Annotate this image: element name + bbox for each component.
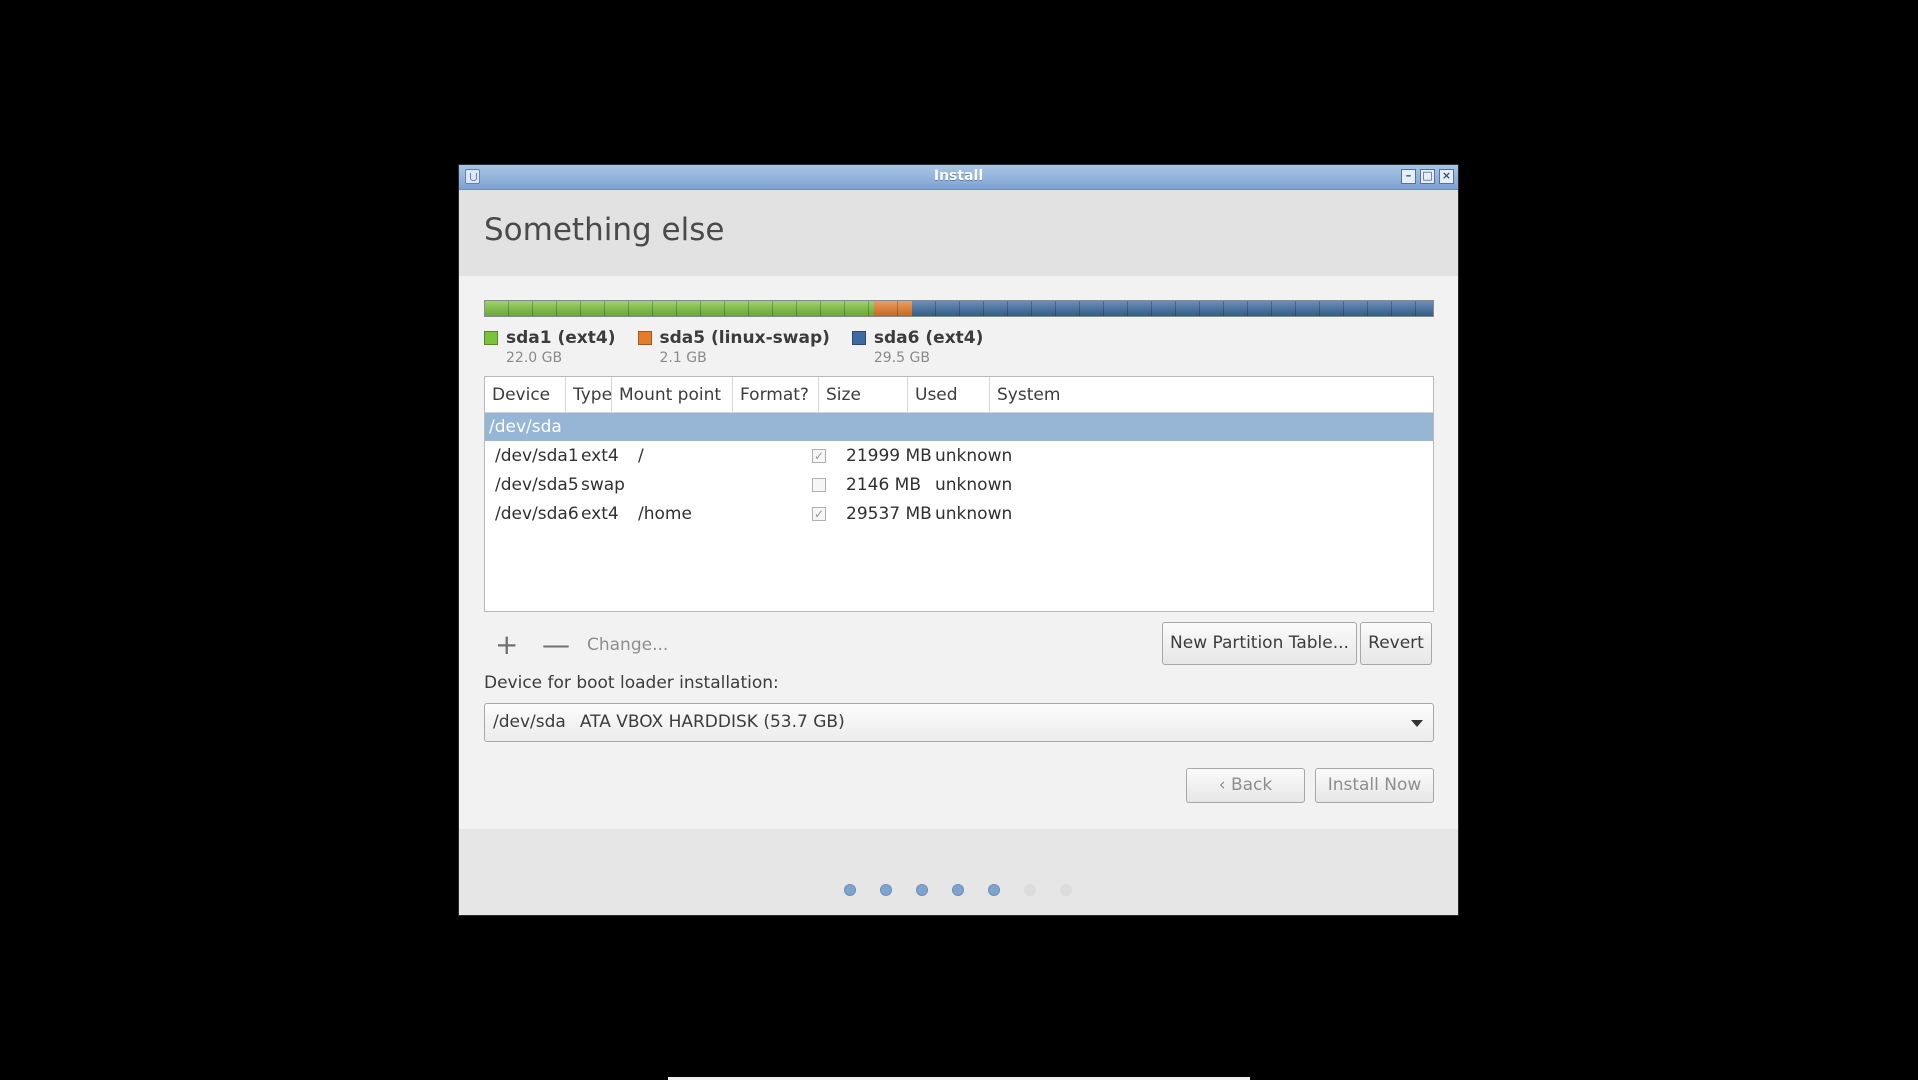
step-dot <box>952 884 964 896</box>
column-header-device[interactable]: Device <box>485 377 566 412</box>
add-partition-button[interactable]: + <box>495 628 518 661</box>
table-header: Device Type Mount point Format? Size Use… <box>485 377 1433 413</box>
disk-segment-1 <box>873 301 912 316</box>
cell-format <box>778 477 846 492</box>
column-header-type[interactable]: Type <box>566 377 612 412</box>
table-row[interactable]: /dev/sda1 ext4 / ✓ 21999 MB unknown <box>485 441 1433 470</box>
step-dot <box>1060 884 1072 896</box>
cell-mount: / <box>638 445 644 466</box>
partition-toolbar: + — Change... New Partition Table... Rev… <box>484 622 1434 668</box>
format-checkbox[interactable]: ✓ <box>812 448 826 463</box>
partition-table: Device Type Mount point Format? Size Use… <box>484 376 1434 612</box>
column-header-size[interactable]: Size <box>819 377 908 412</box>
dropdown-arrow-icon <box>1411 720 1423 727</box>
legend-swatch-sda1 <box>484 331 498 345</box>
cell-type: ext4 <box>581 445 619 466</box>
legend-name: sda5 (linux-swap) <box>659 328 830 348</box>
cell-device: /dev/sda6 <box>495 503 579 524</box>
cell-format: ✓ <box>778 506 846 521</box>
new-partition-table-button[interactable]: New Partition Table... <box>1162 622 1357 665</box>
bootloader-label: Device for boot loader installation: <box>484 673 779 693</box>
close-button[interactable]: × <box>1439 169 1454 184</box>
column-header-format[interactable]: Format? <box>733 377 819 412</box>
back-label: Back <box>1230 775 1273 795</box>
step-dot <box>988 884 1000 896</box>
column-header-mount-point[interactable]: Mount point <box>612 377 733 412</box>
format-checkbox[interactable]: ✓ <box>812 506 826 521</box>
minimize-button[interactable]: – <box>1401 169 1416 184</box>
cell-size: 29537 MB <box>846 503 932 524</box>
table-row[interactable]: /dev/sda6 ext4 /home ✓ 29537 MB unknown <box>485 499 1433 528</box>
revert-button[interactable]: Revert <box>1360 622 1432 665</box>
legend-item-sda1: sda1 (ext4) 22.0 GB <box>484 328 616 366</box>
legend-swatch-sda5 <box>637 331 652 345</box>
column-header-system[interactable]: System <box>990 377 1433 412</box>
legend-item-sda6: sda6 (ext4) 29.5 GB <box>851 328 984 366</box>
disk-segment-0 <box>485 301 874 316</box>
title-bar[interactable]: Install – □ × <box>459 165 1458 190</box>
cell-type: ext4 <box>581 503 619 524</box>
bootloader-device-select[interactable]: /dev/sda ATA VBOX HARDDISK (53.7 GB) <box>484 703 1434 742</box>
page-header: Something else <box>459 190 1458 276</box>
step-dot <box>916 884 928 896</box>
cell-device: /dev/sda1 <box>495 445 579 466</box>
bootloader-description: ATA VBOX HARDDISK (53.7 GB) <box>579 712 845 732</box>
cell-device: /dev/sda5 <box>495 474 579 495</box>
cell-type: swap <box>581 474 625 495</box>
back-button[interactable]: ‹ Back <box>1186 768 1305 803</box>
cell-used: unknown <box>935 445 1013 466</box>
maximize-button[interactable]: □ <box>1420 169 1435 184</box>
legend-item-sda5: sda5 (linux-swap) 2.1 GB <box>637 328 830 366</box>
remove-partition-button[interactable]: — <box>542 628 570 661</box>
window-title: Install <box>933 168 984 184</box>
installer-window: Install – □ × Something else sda1 (ext4)… <box>459 165 1458 915</box>
table-row[interactable]: /dev/sda5 swap 2146 MB unknown <box>485 470 1433 499</box>
cell-format: ✓ <box>778 448 846 463</box>
partition-legend: sda1 (ext4) 22.0 GB sda5 (linux-swap) 2.… <box>484 328 983 366</box>
disk-row-selected[interactable]: /dev/sda <box>485 413 1433 441</box>
step-dot <box>1024 884 1036 896</box>
step-dot <box>844 884 856 896</box>
cell-used: unknown <box>935 503 1013 524</box>
legend-size: 29.5 GB <box>873 350 930 366</box>
bootloader-device: /dev/sda <box>493 712 566 732</box>
legend-name: sda1 (ext4) <box>506 328 616 348</box>
legend-size: 2.1 GB <box>659 350 707 366</box>
install-now-button[interactable]: Install Now <box>1315 768 1434 803</box>
legend-swatch-sda6 <box>851 331 866 345</box>
step-dot <box>880 884 892 896</box>
cell-mount: /home <box>638 503 692 524</box>
cell-size: 2146 MB <box>846 474 921 495</box>
column-header-used[interactable]: Used <box>908 377 990 412</box>
chevron-left-icon: ‹ <box>1218 775 1226 795</box>
disk-usage-bar <box>484 300 1434 317</box>
disk-segment-2 <box>911 301 1433 316</box>
cell-size: 21999 MB <box>846 445 932 466</box>
page-title: Something else <box>484 212 725 248</box>
legend-name: sda6 (ext4) <box>873 328 984 348</box>
progress-footer <box>459 829 1458 915</box>
cell-used: unknown <box>935 474 1013 495</box>
partition-editor: sda1 (ext4) 22.0 GB sda5 (linux-swap) 2.… <box>459 276 1458 829</box>
change-partition-button[interactable]: Change... <box>587 635 668 655</box>
format-checkbox[interactable] <box>812 477 826 492</box>
legend-size: 22.0 GB <box>506 350 563 366</box>
